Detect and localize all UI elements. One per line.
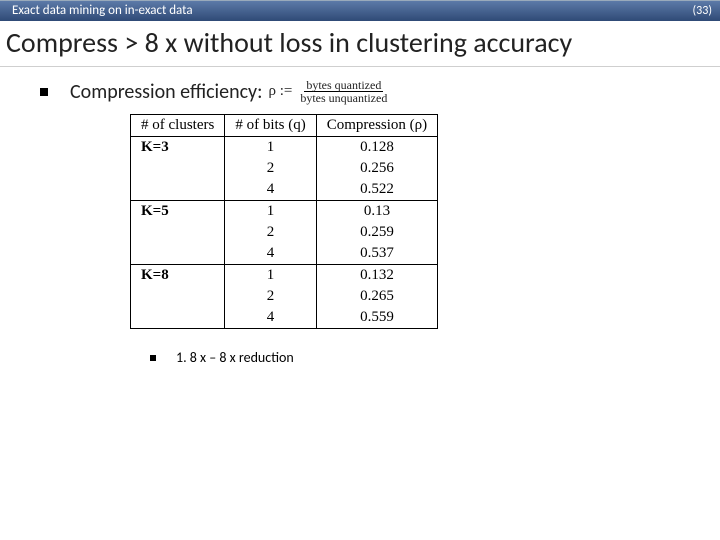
cell-q: 2	[225, 286, 316, 307]
slide-body: Compression efficiency: ρ := bytes quant…	[0, 67, 720, 378]
bullet-label: Compression efficiency:	[70, 80, 262, 104]
cell-k-empty	[131, 307, 225, 329]
cell-q: 4	[225, 307, 316, 329]
bullet-icon	[40, 88, 48, 96]
table-row: K=5 1 0.13	[131, 201, 438, 223]
cell-q: 4	[225, 243, 316, 265]
rho-denominator: bytes unquantized	[298, 92, 389, 104]
slide-header: Exact data mining on in-exact data (33)	[0, 0, 720, 21]
cell-q: 1	[225, 137, 316, 159]
cell-k-empty	[131, 243, 225, 265]
header-left: Exact data mining on in-exact data	[12, 3, 193, 18]
cell-rho: 0.559	[316, 307, 437, 329]
cell-rho: 0.256	[316, 158, 437, 179]
cell-k-empty	[131, 179, 225, 201]
cell-k-empty	[131, 222, 225, 243]
cell-rho: 0.259	[316, 222, 437, 243]
cell-q: 2	[225, 222, 316, 243]
table-row: 4 0.537	[131, 243, 438, 265]
compression-table: # of clusters # of bits (q) Compression …	[130, 114, 438, 329]
rho-symbol: ρ :=	[268, 83, 292, 100]
cell-rho: 0.13	[316, 201, 437, 223]
cell-k: K=8	[131, 265, 225, 287]
col-bits: # of bits (q)	[225, 115, 316, 137]
rho-formula: ρ := bytes quantized bytes unquantized	[268, 79, 389, 104]
slide-title: Compress > 8 x without loss in clusterin…	[0, 21, 720, 67]
table-row: 2 0.265	[131, 286, 438, 307]
cell-k: K=3	[131, 137, 225, 159]
table-row: 2 0.256	[131, 158, 438, 179]
table-row: 2 0.259	[131, 222, 438, 243]
slide-number: (33)	[693, 4, 712, 18]
cell-rho: 0.132	[316, 265, 437, 287]
col-rho: Compression (ρ)	[316, 115, 437, 137]
table-header-row: # of clusters # of bits (q) Compression …	[131, 115, 438, 137]
bullet-compression-efficiency: Compression efficiency: ρ := bytes quant…	[40, 79, 680, 104]
table-row: K=3 1 0.128	[131, 137, 438, 159]
cell-rho: 0.522	[316, 179, 437, 201]
sub-bullet-label: 1. 8 x – 8 x reduction	[176, 349, 294, 366]
cell-q: 1	[225, 265, 316, 287]
cell-q: 4	[225, 179, 316, 201]
cell-rho: 0.265	[316, 286, 437, 307]
col-clusters: # of clusters	[131, 115, 225, 137]
cell-k-empty	[131, 158, 225, 179]
cell-q: 2	[225, 158, 316, 179]
table-row: 4 0.522	[131, 179, 438, 201]
cell-k: K=5	[131, 201, 225, 223]
table-row: K=8 1 0.132	[131, 265, 438, 287]
sub-bullet-reduction: 1. 8 x – 8 x reduction	[150, 349, 680, 366]
cell-rho: 0.537	[316, 243, 437, 265]
rho-fraction: bytes quantized bytes unquantized	[298, 79, 389, 104]
cell-q: 1	[225, 201, 316, 223]
table-row: 4 0.559	[131, 307, 438, 329]
cell-rho: 0.128	[316, 137, 437, 159]
cell-k-empty	[131, 286, 225, 307]
bullet-icon	[150, 355, 156, 361]
